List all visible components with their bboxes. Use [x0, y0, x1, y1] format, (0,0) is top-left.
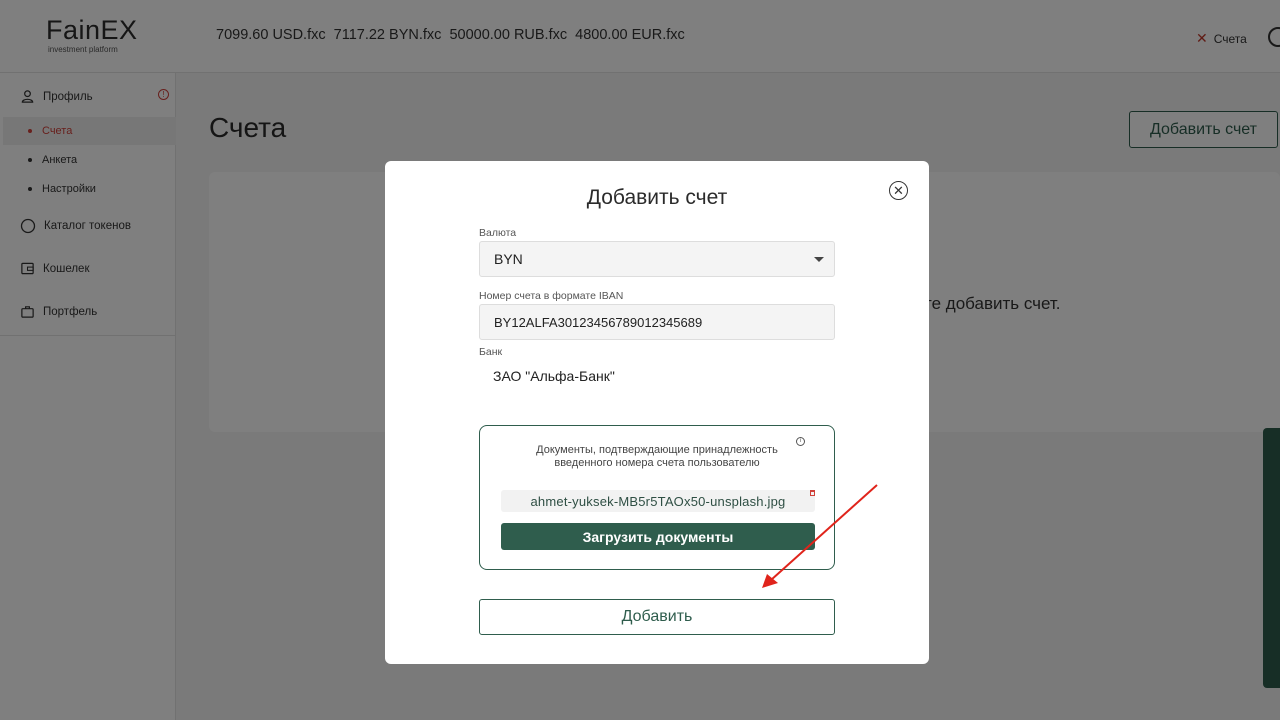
trash-icon[interactable] [810, 490, 815, 496]
add-account-modal: Добавить счет ✕ Валюта BYN Номер счета в… [385, 161, 929, 664]
upload-documents-button[interactable]: Загрузить документы [501, 523, 815, 550]
currency-label: Валюта [479, 227, 517, 239]
currency-value: BYN [494, 251, 523, 267]
close-icon[interactable]: ✕ [889, 181, 908, 200]
iban-input[interactable]: BY12ALFA30123456789012345689 [479, 304, 835, 340]
documents-upload-box: Документы, подтверждающие принадлежность… [479, 425, 835, 570]
documents-description: Документы, подтверждающие принадлежность… [536, 444, 778, 469]
chevron-down-icon [814, 257, 824, 262]
bank-label: Банк [479, 346, 503, 358]
bank-value: ЗАО "Альфа-Банк" [493, 368, 615, 384]
currency-select[interactable]: BYN [479, 241, 835, 277]
uploaded-file-chip: ahmet-yuksek-MB5r5TAOx50-unsplash.jpg [501, 490, 815, 512]
add-button[interactable]: Добавить [479, 599, 835, 635]
info-icon[interactable]: i [796, 437, 805, 446]
iban-label: Номер счета в формате IBAN [479, 290, 624, 302]
modal-title: Добавить счет [586, 186, 728, 209]
